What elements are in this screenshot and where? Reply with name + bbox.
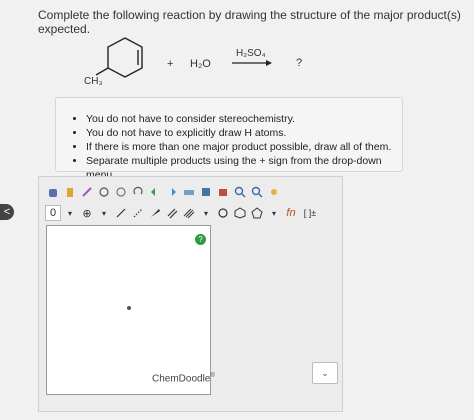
zoom-out-icon[interactable] xyxy=(232,184,248,200)
reagent-water: H₂O xyxy=(190,58,211,70)
settings-icon[interactable] xyxy=(266,184,282,200)
product-dropdown[interactable]: ⌄ xyxy=(312,362,338,384)
instruction-item: You do not have to consider stereochemis… xyxy=(86,112,402,126)
redo-icon[interactable] xyxy=(164,184,180,200)
drawing-canvas[interactable]: ? ChemDoodle® xyxy=(46,225,215,395)
arrow-head xyxy=(266,60,272,66)
dashed-bond-icon[interactable] xyxy=(130,205,146,221)
help-icon[interactable]: ? xyxy=(195,234,206,245)
toolbar-top xyxy=(45,183,283,201)
chevron-down-icon[interactable]: ▾ xyxy=(198,205,214,221)
product-placeholder: ? xyxy=(296,57,303,69)
catalyst-label: H₂SO₄ xyxy=(236,48,266,59)
ring-hexagon-icon[interactable] xyxy=(232,205,248,221)
instructions-box: You do not have to consider stereochemis… xyxy=(55,97,403,181)
charge-selector[interactable]: 0 xyxy=(45,205,61,221)
function-button[interactable]: fn xyxy=(283,205,299,221)
bracket-button[interactable]: [ ]± xyxy=(300,205,320,221)
brand-text: ChemDoodle xyxy=(152,373,211,385)
reaction-scheme: CH₃ + H₂O H₂SO₄ ? xyxy=(0,0,474,100)
toolbar-bottom: 0 ▾ ⊕ ▾ ▾ ▾ fn [ ]± xyxy=(45,204,321,222)
single-bond-icon[interactable] xyxy=(113,205,129,221)
eraser-icon[interactable] xyxy=(62,184,78,200)
chevron-down-icon[interactable]: ▾ xyxy=(62,205,78,221)
brand-mark: ® xyxy=(210,373,215,379)
methyl-bond xyxy=(95,67,109,76)
clear-icon[interactable] xyxy=(215,184,231,200)
instruction-item: If there is more than one major product … xyxy=(86,140,402,154)
search-icon[interactable] xyxy=(249,184,265,200)
lasso-icon[interactable] xyxy=(79,184,95,200)
chemdoodle-sketcher: 0 ▾ ⊕ ▾ ▾ ▾ fn [ ]± ? ChemDoodle® xyxy=(38,176,343,412)
chevron-down-icon[interactable]: ▾ xyxy=(96,205,112,221)
chemdoodle-logo: ChemDoodle® xyxy=(152,373,215,384)
clean-icon[interactable] xyxy=(113,184,129,200)
cyclohexene-ring xyxy=(107,37,143,78)
instruction-item: You do not have to explicitly draw H ato… xyxy=(86,126,402,140)
canvas-center-dot xyxy=(127,306,131,310)
ring-pentagon-icon[interactable] xyxy=(249,205,265,221)
rotate-icon[interactable] xyxy=(130,184,146,200)
triple-bond-icon[interactable] xyxy=(181,205,197,221)
zoom-in-icon[interactable] xyxy=(96,184,112,200)
plus-sign: + xyxy=(167,58,174,70)
methyl-label: CH₃ xyxy=(84,76,103,87)
back-arrow-button[interactable]: < xyxy=(0,204,14,220)
double-bond-icon[interactable] xyxy=(164,205,180,221)
template-icon[interactable] xyxy=(198,184,214,200)
hand-icon[interactable] xyxy=(45,184,61,200)
undo-icon[interactable] xyxy=(147,184,163,200)
wedge-bond-icon[interactable] xyxy=(147,205,163,221)
plus-charge-button[interactable]: ⊕ xyxy=(79,205,95,221)
chevron-down-icon[interactable]: ▾ xyxy=(266,205,282,221)
flip-icon[interactable] xyxy=(181,184,197,200)
ring-cyclopropane-icon[interactable] xyxy=(215,205,231,221)
